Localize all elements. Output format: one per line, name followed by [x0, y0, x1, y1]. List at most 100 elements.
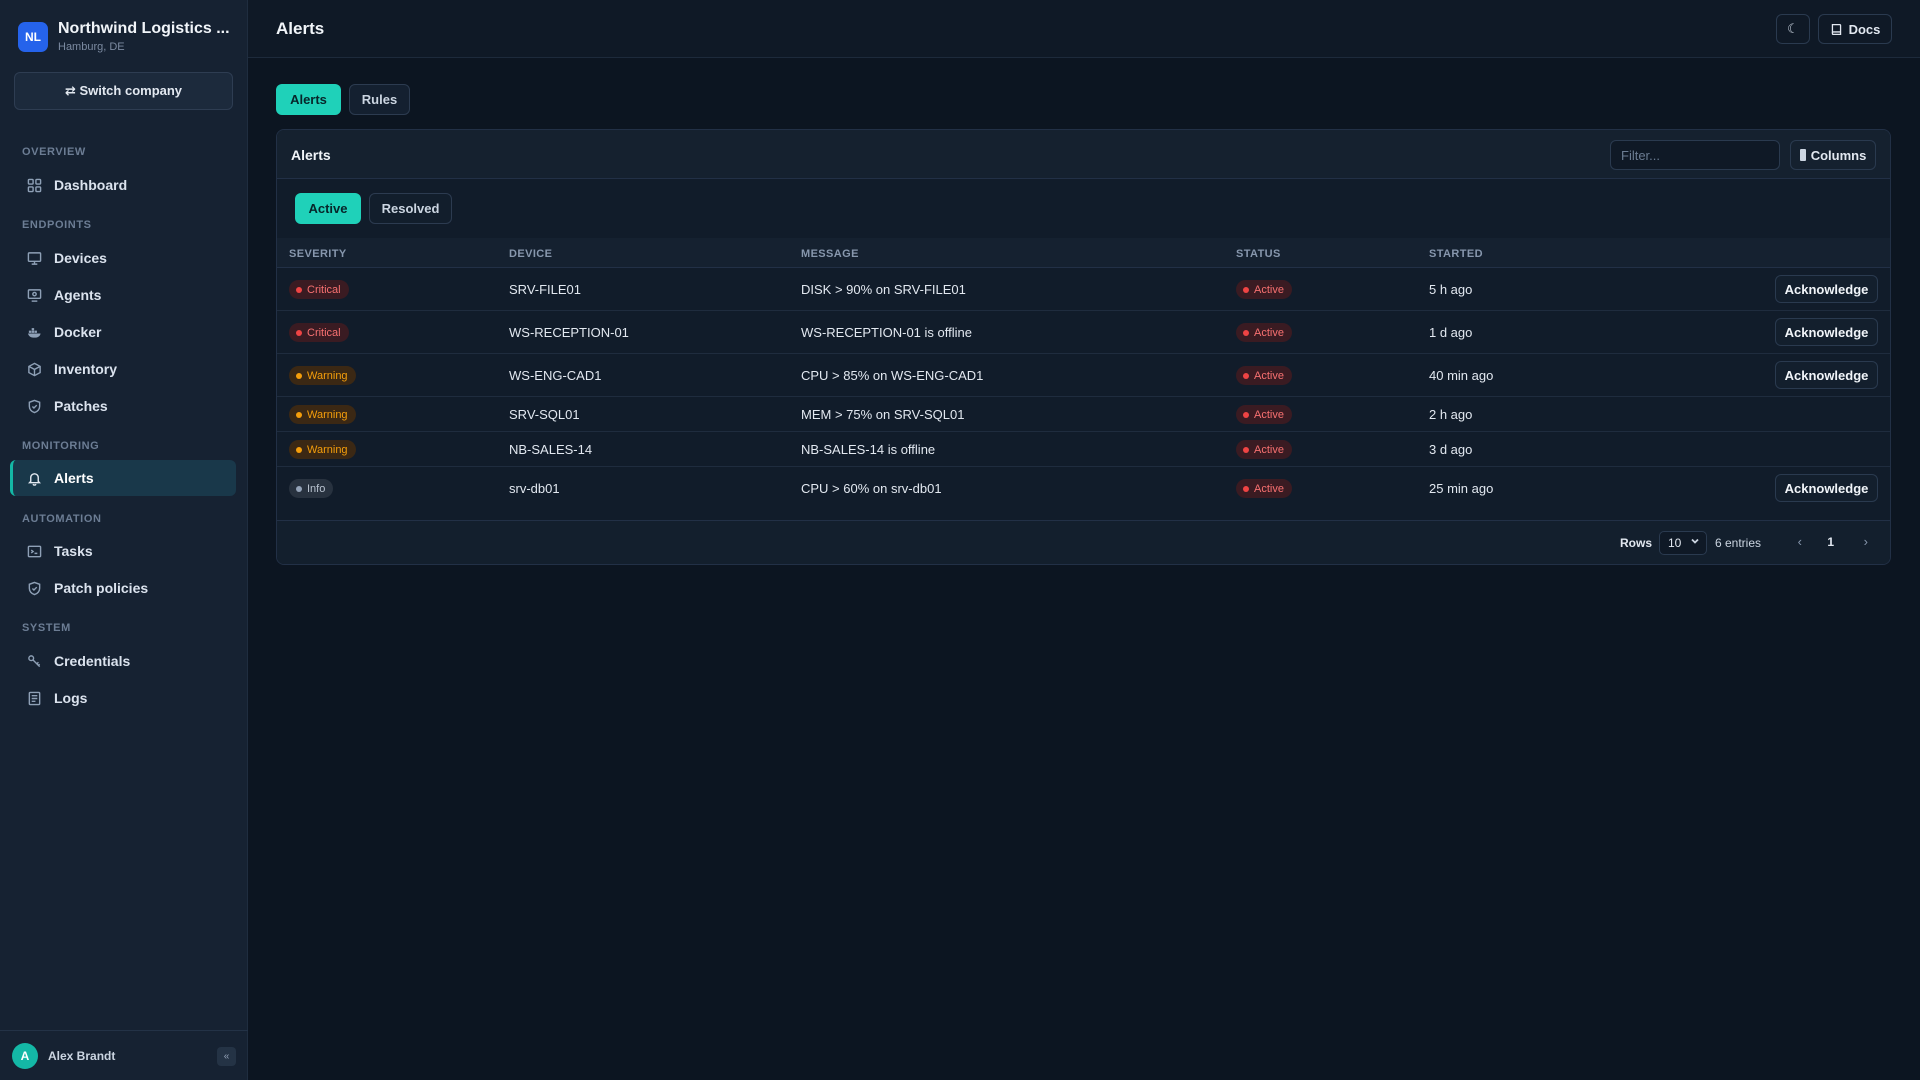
prev-page-button[interactable]: ‹	[1798, 534, 1802, 549]
sidebar-item-label: Credentials	[54, 653, 131, 669]
columns-label: Columns	[1810, 147, 1867, 163]
user-name[interactable]: Alex Brandt	[48, 1049, 115, 1063]
sidebar-item-label: Inventory	[54, 361, 118, 377]
sidebar-item-label: Docker	[54, 324, 102, 340]
acknowledge-button[interactable]: Acknowledge	[1775, 474, 1878, 502]
severity-badge: Critical	[289, 280, 349, 299]
message-cell: CPU > 60% on srv-db01	[801, 481, 942, 496]
severity-badge: Warning	[289, 405, 356, 424]
sidebar-item-tasks[interactable]: Tasks	[10, 533, 236, 569]
company-name: Northwind Logistics ...	[58, 20, 230, 37]
company-brand[interactable]: NL Northwind Logistics ... Hamburg, DE	[18, 20, 230, 53]
message-cell: DISK > 90% on SRV-FILE01	[801, 282, 966, 297]
columns-button[interactable]: Columns	[1790, 140, 1876, 170]
agent-icon	[26, 287, 42, 303]
acknowledge-button[interactable]: Acknowledge	[1775, 361, 1878, 389]
started-cell: 2 h ago	[1429, 407, 1473, 422]
column-header-message[interactable]: MESSAGE	[801, 248, 859, 260]
device-cell[interactable]: SRV-SQL01	[509, 407, 580, 422]
device-cell[interactable]: srv-db01	[509, 481, 560, 496]
filter-resolved-button[interactable]: Resolved	[369, 193, 452, 224]
nav-section-endpoints: ENDPOINTS	[22, 219, 92, 231]
status-badge: Active	[1236, 479, 1292, 498]
device-cell[interactable]: SRV-FILE01	[509, 282, 581, 297]
message-cell: CPU > 85% on WS-ENG-CAD1	[801, 368, 984, 383]
book-icon	[1831, 23, 1841, 35]
acknowledge-button[interactable]: Acknowledge	[1775, 275, 1878, 303]
sidebar-item-alerts[interactable]: Alerts	[10, 460, 236, 496]
docker-icon	[26, 324, 42, 340]
table-row: Warning SRV-SQL01 MEM > 75% on SRV-SQL01…	[277, 397, 1890, 432]
terminal-icon	[26, 543, 42, 559]
current-page[interactable]: 1	[1827, 535, 1834, 549]
company-logo: NL	[18, 21, 48, 52]
sidebar-item-agents[interactable]: Agents	[10, 277, 236, 313]
rows-label: Rows	[1619, 536, 1652, 550]
started-cell: 3 d ago	[1429, 442, 1473, 457]
status-badge: Active	[1236, 405, 1292, 424]
table-row: Critical SRV-FILE01 DISK > 90% on SRV-FI…	[277, 268, 1890, 311]
shield-check-icon	[26, 580, 42, 596]
rows-per-page-select[interactable]: 10	[1659, 531, 1707, 555]
sidebar-item-label: Devices	[54, 250, 107, 266]
key-icon	[26, 653, 42, 669]
sidebar-item-label: Agents	[54, 287, 102, 303]
status-badge: Active	[1236, 280, 1292, 299]
table-row: Info srv-db01 CPU > 60% on srv-db01 Acti…	[277, 467, 1890, 510]
device-cell[interactable]: WS-ENG-CAD1	[509, 368, 601, 383]
top-header: Alerts ☾ Docs	[248, 0, 1920, 58]
column-header-started[interactable]: STARTED	[1429, 248, 1483, 260]
docs-button[interactable]: Docs	[1818, 14, 1892, 44]
filter-active-button[interactable]: Active	[295, 193, 361, 224]
collapse-sidebar-button[interactable]: «	[217, 1047, 236, 1066]
sidebar-item-dashboard[interactable]: Dashboard	[10, 167, 236, 203]
card-header: Alerts Columns	[277, 130, 1890, 179]
avatar[interactable]: A	[12, 1042, 38, 1069]
column-header-severity[interactable]: SEVERITY	[289, 248, 347, 260]
sidebar-item-label: Patches	[54, 398, 108, 414]
sidebar-item-label: Dashboard	[54, 177, 128, 193]
tab-alerts[interactable]: Alerts	[276, 84, 341, 115]
table-row: Warning WS-ENG-CAD1 CPU > 85% on WS-ENG-…	[277, 354, 1890, 397]
monitor-icon	[26, 250, 42, 266]
severity-badge: Critical	[289, 323, 349, 342]
sidebar-item-patches[interactable]: Patches	[10, 388, 236, 424]
status-badge: Active	[1236, 323, 1292, 342]
card-title: Alerts	[291, 147, 331, 163]
tab-rules[interactable]: Rules	[349, 84, 410, 115]
device-cell[interactable]: NB-SALES-14	[509, 442, 592, 457]
message-cell: MEM > 75% on SRV-SQL01	[801, 407, 965, 422]
shield-icon	[26, 398, 42, 414]
severity-badge: Warning	[289, 366, 356, 385]
sidebar-footer: A Alex Brandt «	[0, 1030, 248, 1080]
column-header-device[interactable]: DEVICE	[509, 248, 552, 260]
sidebar-item-credentials[interactable]: Credentials	[10, 643, 236, 679]
sidebar-item-devices[interactable]: Devices	[10, 240, 236, 276]
sidebar-item-inventory[interactable]: Inventory	[10, 351, 236, 387]
page-title: Alerts	[276, 19, 325, 38]
status-badge: Active	[1236, 366, 1292, 385]
severity-badge: Warning	[289, 440, 356, 459]
column-header-status[interactable]: STATUS	[1236, 248, 1281, 260]
started-cell: 40 min ago	[1429, 368, 1494, 383]
sidebar-item-patch-policies[interactable]: Patch policies	[10, 570, 236, 606]
filter-input[interactable]	[1610, 140, 1780, 170]
switch-company-button[interactable]: ⇄ Switch company	[14, 72, 233, 110]
nav-section-overview: OVERVIEW	[22, 146, 86, 158]
message-cell: NB-SALES-14 is offline	[801, 442, 936, 457]
sidebar-item-logs[interactable]: Logs	[10, 680, 236, 716]
log-icon	[26, 690, 42, 706]
alerts-card: Alerts Columns Active Resolved SEVERITY …	[276, 129, 1891, 565]
sidebar-item-docker[interactable]: Docker	[10, 314, 236, 350]
sidebar: NL Northwind Logistics ... Hamburg, DE ⇄…	[0, 0, 248, 1080]
theme-toggle-button[interactable]: ☾	[1776, 14, 1810, 44]
next-page-button[interactable]: ›	[1864, 534, 1868, 549]
entries-count: 6 entries	[1714, 536, 1761, 550]
rows-per-page-value: 10	[1668, 536, 1682, 550]
device-cell[interactable]: WS-RECEPTION-01	[509, 325, 629, 340]
columns-icon	[1799, 149, 1806, 161]
started-cell: 25 min ago	[1429, 481, 1494, 496]
nav-section-system: SYSTEM	[22, 622, 71, 634]
nav-section-automation: AUTOMATION	[22, 513, 102, 525]
acknowledge-button[interactable]: Acknowledge	[1775, 318, 1878, 346]
